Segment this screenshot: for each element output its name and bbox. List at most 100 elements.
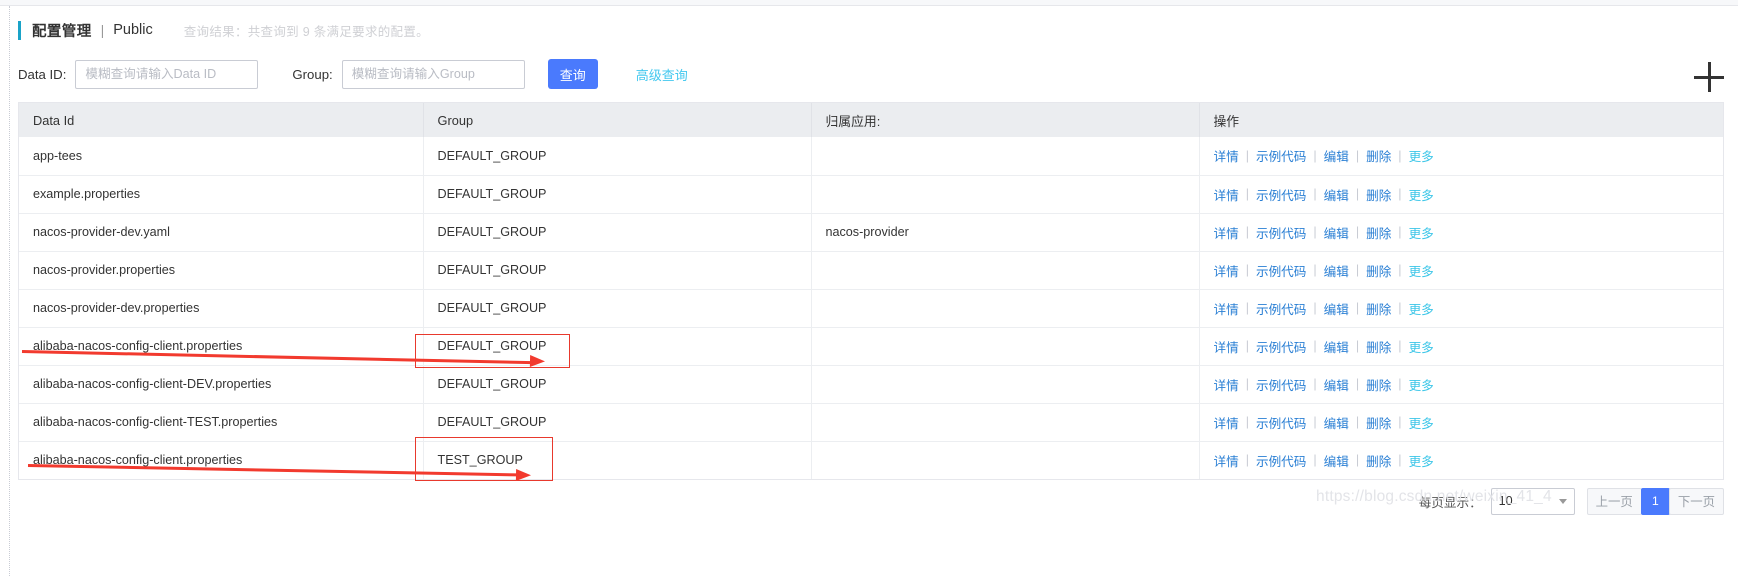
operation-link-delete[interactable]: 删除 [1366,261,1391,280]
operation-divider: | [1313,453,1317,468]
page-title-text: 配置管理 [32,23,92,40]
operation-link-edit[interactable]: 编辑 [1324,299,1349,318]
operation-link-sample-code[interactable]: 示例代码 [1256,146,1306,165]
page-size-select[interactable]: 10 [1490,487,1575,515]
cell-app [811,364,1200,403]
table-row: alibaba-nacos-config-client.properties DE… [19,326,1723,365]
cell-data-id: nacos-provider.properties [19,250,424,289]
operation-link-more[interactable]: 更多 [1409,185,1434,204]
operation-link-edit[interactable]: 编辑 [1324,146,1349,165]
operation-divider: | [1355,187,1360,201]
operation-divider: | [1245,339,1249,353]
query-button[interactable]: 查询 [547,59,598,89]
operation-link-sample-code[interactable]: 示例代码 [1256,337,1306,356]
operation-divider: | [1245,263,1249,277]
operation-link-sample-code[interactable]: 示例代码 [1256,261,1306,280]
operation-divider: | [1355,301,1360,315]
operation-link-detail[interactable]: 详情 [1214,146,1239,165]
cell-data-id: alibaba-nacos-config-client-TEST.propert… [19,402,424,441]
operation-link-more[interactable]: 更多 [1409,375,1434,394]
operation-link-detail[interactable]: 详情 [1214,299,1239,318]
operation-link-delete[interactable]: 删除 [1366,451,1391,470]
operation-link-more[interactable]: 更多 [1409,223,1434,242]
operation-link-more[interactable]: 更多 [1409,299,1434,318]
cell-operations: 详情 | 示例代码 | 编辑 | 删除 | 更多 [1199,364,1723,403]
dataid-input[interactable] [75,59,259,89]
pager: 上一页 1 下一页 [1586,487,1724,515]
operation-link-edit[interactable]: 编辑 [1324,261,1349,280]
operation-divider: | [1355,148,1360,163]
operation-link-detail[interactable]: 详情 [1214,375,1239,394]
operation-link-delete[interactable]: 删除 [1366,185,1391,204]
operation-link-edit[interactable]: 编辑 [1324,375,1349,394]
operation-link-more[interactable]: 更多 [1409,261,1434,280]
operation-divider: | [1245,377,1249,391]
operation-link-delete[interactable]: 删除 [1366,299,1391,318]
group-input[interactable] [341,59,525,89]
config-table: Data Id Group 归属应用: 操作 app-tees DEFAULT_G… [18,102,1724,480]
operation-divider: | [1245,453,1249,468]
operation-link-sample-code[interactable]: 示例代码 [1256,451,1306,470]
cell-data-id: alibaba-nacos-config-client-DEV.properti… [19,364,424,403]
next-page-button[interactable]: 下一页 [1668,487,1724,515]
left-rail [0,6,10,576]
table-row: alibaba-nacos-config-client.properties TE… [19,440,1723,479]
operation-link-sample-code[interactable]: 示例代码 [1256,413,1306,432]
dataid-label: Data ID: [18,66,67,82]
operation-link-edit[interactable]: 编辑 [1324,223,1349,242]
operation-link-sample-code[interactable]: 示例代码 [1256,185,1306,204]
table-row: nacos-provider-dev.properties DEFAULT_GRO… [19,288,1723,327]
page-title: 配置管理 | Public 查询结果：共查询到 9 条满足要求的配置。 [18,18,429,42]
cell-data-id: nacos-provider-dev.yaml [19,212,424,251]
cell-group: DEFAULT_GROUP [423,174,812,213]
operation-link-more[interactable]: 更多 [1409,337,1434,356]
plus-icon[interactable] [1694,62,1724,92]
table-row: app-tees DEFAULT_GROUP 详情 | 示例代码 | 编辑 | 删除 | 更多 [19,137,1723,175]
operation-link-sample-code[interactable]: 示例代码 [1256,223,1306,242]
operation-link-edit[interactable]: 编辑 [1324,185,1349,204]
operation-divider: | [1355,225,1360,239]
operation-link-more[interactable]: 更多 [1409,146,1434,165]
cell-operations: 详情 | 示例代码 | 编辑 | 删除 | 更多 [1199,402,1723,441]
cell-group: DEFAULT_GROUP [423,212,812,251]
operation-divider: | [1398,301,1402,315]
advanced-query-link[interactable]: 高级查询 [636,65,688,84]
operation-link-detail[interactable]: 详情 [1214,185,1239,204]
operation-divider: | [1313,377,1317,391]
operation-link-more[interactable]: 更多 [1409,413,1434,432]
operation-link-edit[interactable]: 编辑 [1324,337,1349,356]
operation-link-delete[interactable]: 删除 [1366,337,1391,356]
operation-link-detail[interactable]: 详情 [1214,451,1239,470]
operation-links: 详情 | 示例代码 | 编辑 | 删除 | 更多 [1214,261,1710,280]
operation-link-delete[interactable]: 删除 [1366,223,1391,242]
cell-operations: 详情 | 示例代码 | 编辑 | 删除 | 更多 [1199,250,1723,289]
operation-link-detail[interactable]: 详情 [1214,261,1239,280]
operation-link-sample-code[interactable]: 示例代码 [1256,299,1306,318]
cell-data-id: app-tees [19,137,424,175]
cell-data-id: nacos-provider-dev.properties [19,288,424,327]
operation-divider: | [1245,225,1249,239]
table-header-row: Data Id Group 归属应用: 操作 [19,103,1723,137]
operation-link-more[interactable]: 更多 [1409,451,1434,470]
cell-group: DEFAULT_GROUP [423,326,812,365]
table-row: alibaba-nacos-config-client-TEST.propert… [19,402,1723,441]
operation-link-detail[interactable]: 详情 [1214,413,1239,432]
operation-link-sample-code[interactable]: 示例代码 [1256,375,1306,394]
operation-divider: | [1313,148,1317,163]
page-button-1[interactable]: 1 [1640,487,1670,515]
operation-link-delete[interactable]: 删除 [1366,375,1391,394]
operation-link-detail[interactable]: 详情 [1214,223,1239,242]
operation-link-delete[interactable]: 删除 [1366,146,1391,165]
title-separator: | [100,22,105,38]
operation-link-detail[interactable]: 详情 [1214,337,1239,356]
operation-link-delete[interactable]: 删除 [1366,413,1391,432]
table-row: alibaba-nacos-config-client-DEV.properti… [19,364,1723,403]
operation-link-edit[interactable]: 编辑 [1324,413,1349,432]
column-header-ops: 操作 [1199,103,1723,137]
operation-divider: | [1245,187,1249,201]
operation-link-edit[interactable]: 编辑 [1324,451,1349,470]
prev-page-button[interactable]: 上一页 [1586,487,1642,515]
operation-divider: | [1398,339,1402,353]
cell-app [811,402,1200,441]
page-size-label: 每页显示： [1418,495,1482,510]
